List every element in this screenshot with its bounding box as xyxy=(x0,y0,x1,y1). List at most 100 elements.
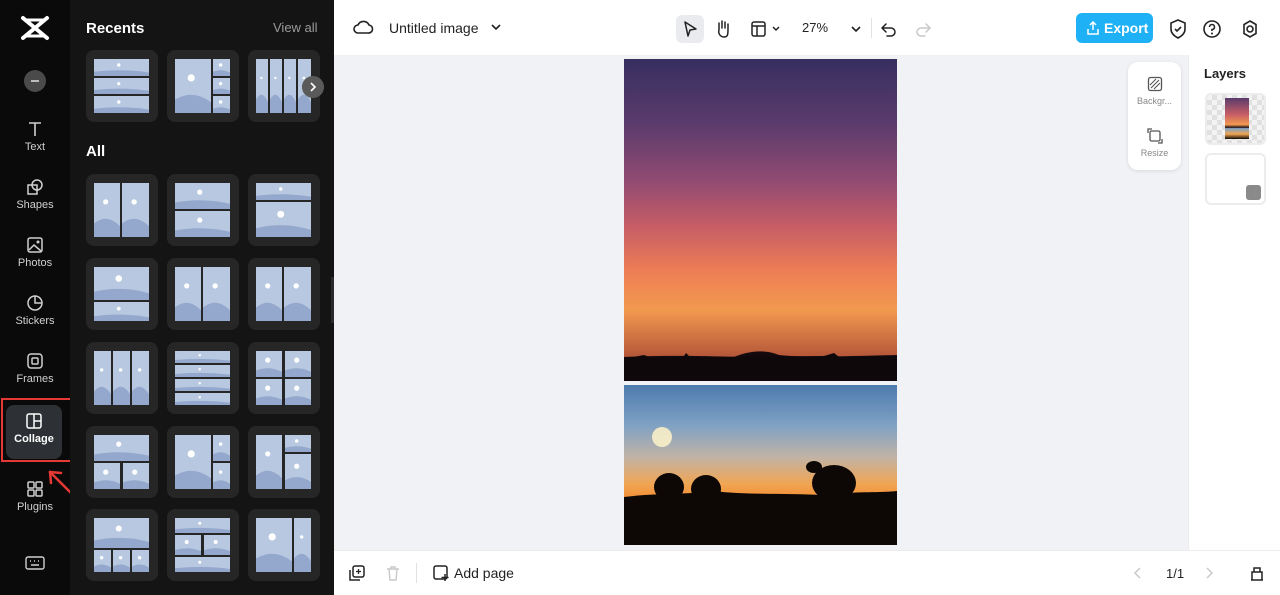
collage-template-tile[interactable] xyxy=(167,258,239,330)
export-icon xyxy=(1087,21,1099,35)
rail-item-label: Text xyxy=(24,141,46,153)
collage-layout-icon xyxy=(175,351,230,405)
collage-template-tile[interactable] xyxy=(248,258,320,330)
redo-icon[interactable] xyxy=(909,15,937,43)
collage-layout-icon xyxy=(94,267,149,321)
mountain-silhouette-icon xyxy=(624,351,897,381)
layer-collage-preview xyxy=(1225,98,1249,139)
bottom-bar: Add page 1/1 xyxy=(334,550,1280,595)
collage-template-tile[interactable] xyxy=(248,426,320,498)
delete-page-icon[interactable] xyxy=(384,564,402,582)
undo-icon[interactable] xyxy=(875,15,903,43)
collage-template-tile[interactable] xyxy=(248,509,320,581)
resize-icon xyxy=(1146,128,1163,144)
rail-item-stickers[interactable]: Stickers xyxy=(0,294,70,346)
collage-template-tile[interactable] xyxy=(86,50,158,122)
chevron-down-icon[interactable] xyxy=(489,20,503,34)
rail-item-label: Photos xyxy=(17,257,53,269)
document-title[interactable]: Untitled image xyxy=(389,20,479,36)
annotation-highlight-box xyxy=(1,398,74,462)
rail-item-label: Shapes xyxy=(16,199,54,211)
layers-panel: Layers xyxy=(1188,55,1280,595)
settings-gear-icon[interactable] xyxy=(1236,15,1264,43)
photos-icon xyxy=(27,237,43,253)
previous-page-icon[interactable] xyxy=(1129,564,1147,582)
collage-template-tile[interactable] xyxy=(167,174,239,246)
collage-layout-icon xyxy=(256,267,311,321)
shapes-icon xyxy=(27,179,43,195)
next-page-icon[interactable] xyxy=(1200,564,1218,582)
upload-icon[interactable] xyxy=(24,70,46,92)
collage-template-tile[interactable] xyxy=(167,509,239,581)
add-page-button[interactable]: Add page xyxy=(454,565,514,581)
cloud-sync-icon[interactable] xyxy=(352,15,374,41)
export-button[interactable]: Export xyxy=(1076,13,1153,43)
collage-template-tile[interactable] xyxy=(86,509,158,581)
text-icon xyxy=(29,122,41,136)
collage-layout-icon xyxy=(175,267,230,321)
help-icon[interactable] xyxy=(1198,15,1226,43)
collage-photo-bottom-sheep[interactable] xyxy=(624,385,897,545)
add-page-icon[interactable] xyxy=(432,564,450,582)
view-all-link[interactable]: View all xyxy=(273,20,318,35)
toolbar-divider xyxy=(871,18,872,38)
editor-canvas[interactable]: Backgr... Resize xyxy=(334,55,1188,550)
page-manager-icon[interactable] xyxy=(1248,564,1266,582)
hand-tool-icon[interactable] xyxy=(709,15,737,43)
collage-template-tile[interactable] xyxy=(86,174,158,246)
page-indicator: 1/1 xyxy=(1166,566,1185,581)
collage-template-tile[interactable] xyxy=(86,258,158,330)
capcut-logo-icon[interactable] xyxy=(20,14,50,42)
all-heading: All xyxy=(86,143,106,160)
layer-collage-thumbnail[interactable] xyxy=(1205,93,1266,145)
collage-layout-icon xyxy=(175,435,230,489)
background-icon xyxy=(1147,76,1162,92)
collage-layout-icon xyxy=(256,183,311,237)
zoom-chevron-down-icon[interactable] xyxy=(842,15,870,43)
layer-background-thumbnail[interactable] xyxy=(1205,153,1266,205)
select-tool-button[interactable] xyxy=(676,15,704,43)
collage-layout-icon xyxy=(256,518,311,572)
rail-item-frames[interactable]: Frames xyxy=(0,352,70,404)
collage-template-tile[interactable] xyxy=(167,342,239,414)
collage-template-tile[interactable] xyxy=(167,426,239,498)
collage-panel: Recents View all All xyxy=(70,0,334,595)
app-window: Text Shapes Photos Stickers Frames Colla… xyxy=(0,0,1280,595)
collage-photo-top-sunset[interactable] xyxy=(624,59,897,381)
collage-layout-icon xyxy=(175,183,230,237)
shield-icon[interactable] xyxy=(1164,15,1192,43)
rail-item-shapes[interactable]: Shapes xyxy=(0,178,70,230)
resize-tool-button[interactable]: Resize xyxy=(1128,128,1181,158)
collage-layout-icon xyxy=(94,59,149,113)
rail-item-photos[interactable]: Photos xyxy=(0,236,70,288)
rail-item-label: Stickers xyxy=(15,315,55,327)
duplicate-page-icon[interactable] xyxy=(348,564,366,582)
collage-template-tile[interactable] xyxy=(86,426,158,498)
bottom-divider xyxy=(416,563,417,583)
recents-heading: Recents xyxy=(86,20,145,37)
frames-icon xyxy=(27,353,43,369)
background-layer-icon xyxy=(1246,185,1261,200)
collage-layout-icon xyxy=(175,59,230,113)
pointer-icon xyxy=(684,21,697,37)
rail-item-label: Frames xyxy=(16,373,54,385)
collage-layout-icon xyxy=(256,351,311,405)
collage-template-tile[interactable] xyxy=(86,342,158,414)
layout-dropdown-icon[interactable] xyxy=(747,15,787,43)
background-tool-button[interactable]: Backgr... xyxy=(1128,76,1181,106)
sheep-silhouette-icon xyxy=(624,427,897,545)
zoom-level[interactable]: 27% xyxy=(802,20,828,35)
collage-layout-icon xyxy=(94,435,149,489)
top-bar: Untitled image 27% Export xyxy=(334,0,1280,55)
rail-item-text[interactable]: Text xyxy=(0,120,70,172)
canvas-side-tools: Backgr... Resize xyxy=(1128,62,1181,170)
layers-heading: Layers xyxy=(1204,66,1246,81)
collage-layout-icon xyxy=(94,351,149,405)
collage-template-tile[interactable] xyxy=(167,50,239,122)
collage-template-tile[interactable] xyxy=(248,174,320,246)
scroll-right-icon[interactable] xyxy=(302,76,324,98)
resize-tool-label: Resize xyxy=(1140,148,1169,158)
collage-layout-icon xyxy=(175,518,230,572)
keyboard-shortcuts-icon[interactable] xyxy=(24,554,46,572)
collage-template-tile[interactable] xyxy=(248,342,320,414)
